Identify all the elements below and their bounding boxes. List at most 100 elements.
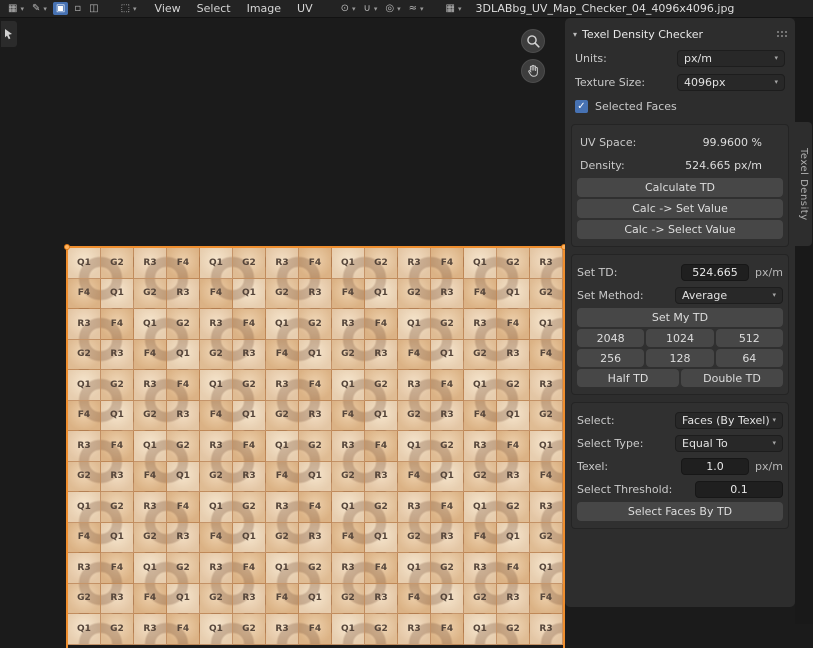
uv-grid-cell[interactable]: G2 (332, 584, 365, 615)
uv-grid-cell[interactable]: F4 (299, 248, 332, 279)
uv-grid-cell[interactable]: R3 (68, 431, 101, 462)
snap-dropdown[interactable]: ∪ ▾ (360, 4, 382, 14)
uv-grid-cell[interactable]: Q1 (200, 248, 233, 279)
proportional-edit-dropdown[interactable]: ◎ ▾ (381, 4, 404, 14)
preset-256-button[interactable]: 256 (577, 349, 644, 367)
uv-grid-cell[interactable]: F4 (101, 309, 134, 340)
uv-grid-cell[interactable]: G2 (464, 462, 497, 493)
uv-grid-cell[interactable]: G2 (266, 279, 299, 310)
uv-grid-cell[interactable]: Q1 (398, 431, 431, 462)
uv-grid-cell[interactable]: R3 (233, 584, 266, 615)
uv-grid-cell[interactable]: R3 (299, 401, 332, 432)
uv-grid-cell[interactable]: Q1 (365, 279, 398, 310)
uv-grid-cell[interactable]: F4 (431, 370, 464, 401)
uv-grid-cell[interactable]: F4 (530, 462, 563, 493)
uv-grid-cell[interactable]: F4 (167, 492, 200, 523)
uv-grid-cell[interactable]: Q1 (134, 553, 167, 584)
uv-grid-cell[interactable]: G2 (398, 523, 431, 554)
uv-grid-cell[interactable]: Q1 (68, 492, 101, 523)
uv-grid-cell[interactable]: G2 (68, 462, 101, 493)
uv-grid-cell[interactable]: Q1 (530, 309, 563, 340)
uv-grid-cell[interactable]: G2 (332, 340, 365, 371)
uv-grid-cell[interactable]: F4 (200, 279, 233, 310)
annotate-tool-button[interactable]: ✎ ▾ (28, 4, 51, 14)
uv-grid-cell[interactable]: Q1 (200, 492, 233, 523)
uv-grid-cell[interactable]: R3 (266, 248, 299, 279)
uv-grid-cell[interactable]: R3 (497, 340, 530, 371)
uv-grid-cell[interactable]: G2 (134, 523, 167, 554)
uv-grid-cell[interactable]: G2 (332, 462, 365, 493)
uv-grid-cell[interactable]: R3 (233, 462, 266, 493)
uv-grid-cell[interactable]: R3 (134, 370, 167, 401)
preset-1024-button[interactable]: 1024 (646, 329, 713, 347)
uv-grid-cell[interactable]: F4 (332, 401, 365, 432)
uv-grid-cell[interactable]: F4 (68, 401, 101, 432)
uv-grid-cell[interactable]: G2 (233, 614, 266, 645)
uv-grid-cell[interactable]: F4 (398, 462, 431, 493)
falloff-dropdown[interactable]: ≈ ▾ (405, 4, 428, 14)
uv-grid-cell[interactable]: F4 (233, 431, 266, 462)
uv-grid-cell[interactable]: R3 (134, 248, 167, 279)
uv-grid-cell[interactable]: Q1 (101, 279, 134, 310)
uv-grid-cell[interactable]: G2 (530, 523, 563, 554)
uv-grid-cell[interactable]: F4 (200, 523, 233, 554)
uv-grid-cell[interactable]: G2 (167, 431, 200, 462)
uv-grid-cell[interactable]: R3 (332, 309, 365, 340)
editor-type-dropdown[interactable]: ▦ ▾ (4, 4, 28, 14)
uv-grid-cell[interactable]: R3 (68, 309, 101, 340)
uv-grid-cell[interactable]: G2 (365, 614, 398, 645)
uv-vertex-dot[interactable] (64, 244, 70, 250)
uv-grid-cell[interactable]: R3 (332, 553, 365, 584)
uv-grid-cell[interactable]: Q1 (101, 523, 134, 554)
uv-grid-cell[interactable]: Q1 (167, 340, 200, 371)
uv-grid-cell[interactable]: F4 (134, 340, 167, 371)
toolbar-tool-button[interactable] (1, 21, 17, 47)
uv-grid-cell[interactable]: R3 (101, 462, 134, 493)
uv-grid-cell[interactable]: G2 (68, 584, 101, 615)
uv-grid-cell[interactable]: R3 (167, 279, 200, 310)
sticky-selection-dropdown[interactable]: ⬚ ▾ (117, 4, 141, 14)
uv-grid-cell[interactable]: G2 (431, 309, 464, 340)
uv-grid-cell[interactable]: Q1 (497, 279, 530, 310)
uv-grid-cell[interactable]: G2 (101, 614, 134, 645)
uv-grid-cell[interactable]: R3 (101, 584, 134, 615)
uv-grid-cell[interactable]: F4 (167, 248, 200, 279)
panel-header[interactable]: ▾ Texel Density Checker (570, 23, 790, 45)
uv-grid-cell[interactable]: R3 (431, 401, 464, 432)
uv-grid-cell[interactable]: G2 (200, 584, 233, 615)
preset-64-button[interactable]: 64 (716, 349, 783, 367)
uv-grid-cell[interactable]: F4 (299, 370, 332, 401)
uv-grid-cell[interactable]: R3 (233, 340, 266, 371)
set-td-field[interactable]: 524.665 (681, 264, 749, 281)
uv-grid-cell[interactable]: R3 (332, 431, 365, 462)
select-threshold-field[interactable]: 0.1 (695, 481, 783, 498)
uv-grid-cell[interactable]: Q1 (266, 553, 299, 584)
calc-select-value-button[interactable]: Calc -> Select Value (577, 220, 783, 239)
uv-grid-cell[interactable]: G2 (464, 340, 497, 371)
uv-grid-cell[interactable]: Q1 (464, 370, 497, 401)
preset-512-button[interactable]: 512 (716, 329, 783, 347)
uv-grid-cell[interactable]: R3 (167, 401, 200, 432)
uv-grid-cell[interactable]: G2 (167, 553, 200, 584)
uv-grid-cell[interactable]: Q1 (134, 309, 167, 340)
uv-grid-cell[interactable]: F4 (464, 401, 497, 432)
uv-grid-cell[interactable]: Q1 (68, 248, 101, 279)
uv-grid-cell[interactable]: G2 (398, 401, 431, 432)
uv-grid-cell[interactable]: G2 (431, 431, 464, 462)
uv-grid-cell[interactable]: G2 (497, 248, 530, 279)
uv-grid-cell[interactable]: R3 (497, 584, 530, 615)
uv-grid-cell[interactable]: G2 (365, 370, 398, 401)
uv-grid-cell[interactable]: G2 (431, 553, 464, 584)
uv-grid-cell[interactable]: R3 (266, 370, 299, 401)
uv-grid-cell[interactable]: G2 (299, 431, 332, 462)
uv-grid-cell[interactable]: F4 (101, 431, 134, 462)
uv-grid-cell[interactable]: G2 (299, 553, 332, 584)
browse-image-dropdown[interactable]: ▦ ▾ (442, 4, 466, 14)
uv-grid-cell[interactable]: Q1 (167, 584, 200, 615)
uv-grid-cell[interactable]: F4 (365, 431, 398, 462)
uv-grid-cell[interactable]: F4 (332, 279, 365, 310)
uv-grid-cell[interactable]: Q1 (464, 248, 497, 279)
uv-grid-cell[interactable]: F4 (68, 279, 101, 310)
uv-grid-cell[interactable]: G2 (299, 309, 332, 340)
uv-grid-cell[interactable]: R3 (530, 614, 563, 645)
